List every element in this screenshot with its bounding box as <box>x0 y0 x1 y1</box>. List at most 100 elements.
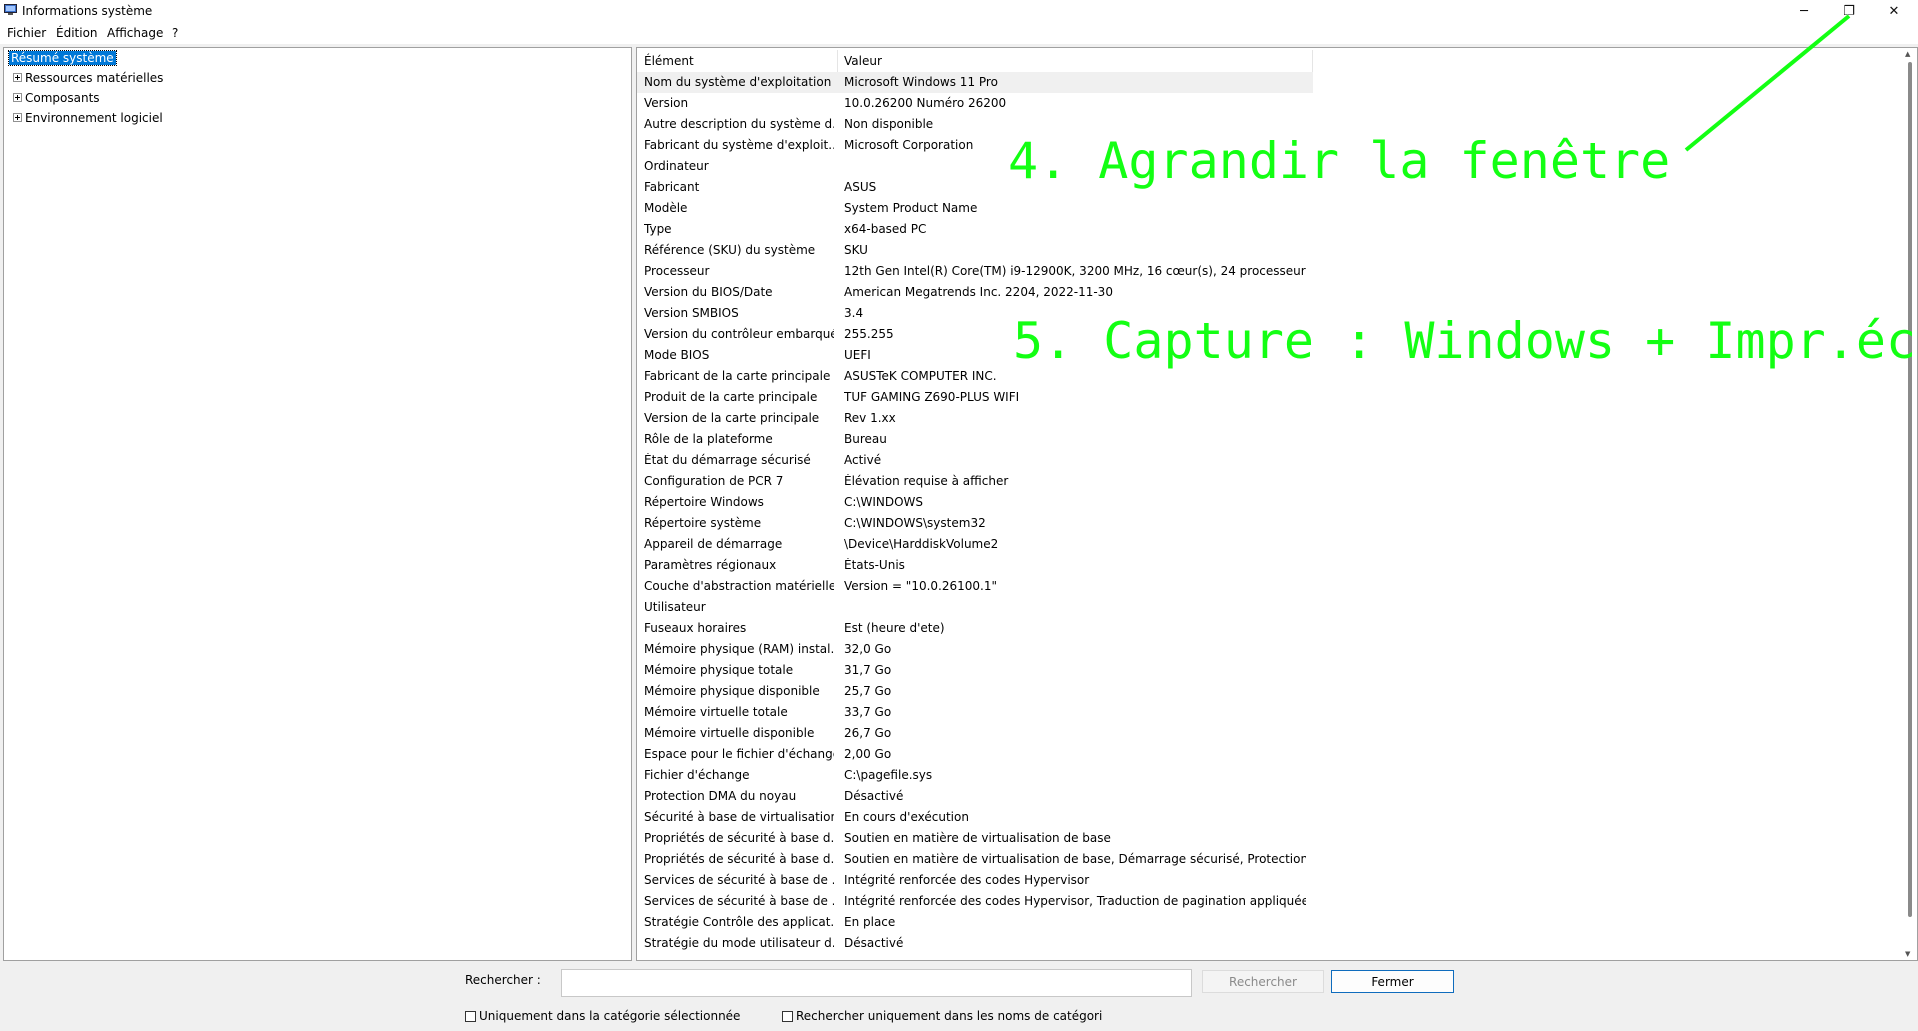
expand-icon[interactable] <box>13 93 22 102</box>
table-row[interactable]: Sécurité à base de virtualisation En cour… <box>637 807 1313 828</box>
row-item-name: État du démarrage sécurisé <box>644 453 811 467</box>
category-tree[interactable]: Résumé système Ressources matérielles Co… <box>3 47 632 961</box>
option-category-names-only[interactable]: Rechercher uniquement dans les noms de c… <box>782 1009 1102 1023</box>
row-item-value: Non disponible <box>844 117 934 131</box>
table-row[interactable]: Fichier d'échange C:\pagefile.sys <box>637 765 1313 786</box>
row-item-name: Espace pour le fichier d'échange <box>644 747 834 761</box>
expand-icon[interactable] <box>13 113 22 122</box>
maximize-button[interactable]: ❐ <box>1827 0 1871 22</box>
row-item-name: Propriétés de sécurité à base d... <box>644 852 834 866</box>
checkbox[interactable] <box>465 1010 476 1022</box>
scrollbar-thumb[interactable] <box>1908 62 1912 917</box>
tree-item-hardware-resources[interactable]: Ressources matérielles <box>13 71 163 87</box>
row-item-value: Soutien en matière de virtualisation de … <box>844 852 1306 866</box>
tree-item-components[interactable]: Composants <box>13 91 100 107</box>
row-item-name: Rôle de la plateforme <box>644 432 773 446</box>
tree-item-software-environment[interactable]: Environnement logiciel <box>13 111 163 127</box>
table-row[interactable]: Espace pour le fichier d'échange 2,00 Go <box>637 744 1313 765</box>
table-row[interactable]: État du démarrage sécurisé Activé <box>637 450 1313 471</box>
annotation-maximize: 4. Agrandir la fenêtre <box>1008 132 1671 190</box>
table-row[interactable]: Produit de la carte principale TUF GAMING… <box>637 387 1313 408</box>
row-item-name: Appareil de démarrage <box>644 537 783 551</box>
row-item-name: Propriétés de sécurité à base d... <box>644 831 834 845</box>
column-separator[interactable] <box>1312 50 1313 72</box>
menu-file[interactable]: Fichier <box>7 26 46 40</box>
expand-icon[interactable] <box>13 73 22 82</box>
table-row[interactable]: Processeur 12th Gen Intel(R) Core(TM) i9-… <box>637 261 1313 282</box>
table-row[interactable]: Couche d'abstraction matérielle Version =… <box>637 576 1313 597</box>
table-row[interactable]: Version de la carte principale Rev 1.xx <box>637 408 1313 429</box>
row-item-name: Ordinateur <box>644 159 709 173</box>
row-item-name: Services de sécurité à base de ... <box>644 894 834 908</box>
table-row[interactable]: Mémoire physique (RAM) instal... 32,0 Go <box>637 639 1313 660</box>
table-row[interactable]: Mémoire virtuelle totale 33,7 Go <box>637 702 1313 723</box>
row-item-value: TUF GAMING Z690-PLUS WIFI <box>844 390 1020 404</box>
checkbox-label: Rechercher uniquement dans les noms de c… <box>796 1009 1103 1023</box>
row-item-name: Version du BIOS/Date <box>644 285 773 299</box>
row-item-value: 25,7 Go <box>844 684 892 698</box>
minimize-button[interactable]: ─ <box>1782 0 1826 22</box>
row-item-name: Mémoire physique totale <box>644 663 794 677</box>
row-item-name: Protection DMA du noyau <box>644 789 797 803</box>
option-selected-category[interactable]: Uniquement dans la catégorie sélectionné… <box>465 1009 740 1023</box>
row-item-name: Couche d'abstraction matérielle <box>644 579 834 593</box>
table-row[interactable]: Rôle de la plateforme Bureau <box>637 429 1313 450</box>
table-row[interactable]: Protection DMA du noyau Désactivé <box>637 786 1313 807</box>
column-header-value[interactable]: Valeur <box>844 54 882 68</box>
table-row[interactable]: Mémoire physique disponible 25,7 Go <box>637 681 1313 702</box>
checkbox[interactable] <box>782 1010 793 1022</box>
table-row[interactable]: Services de sécurité à base de ... Intégr… <box>637 891 1313 912</box>
row-item-name: Mémoire physique (RAM) instal... <box>644 642 834 656</box>
row-item-value: En place <box>844 915 896 929</box>
row-item-value: 26,7 Go <box>844 726 892 740</box>
table-row[interactable]: Services de sécurité à base de ... Intégr… <box>637 870 1313 891</box>
column-separator[interactable] <box>837 50 838 72</box>
row-item-value: \Device\HarddiskVolume2 <box>844 537 999 551</box>
close-button[interactable]: ✕ <box>1872 0 1916 22</box>
table-row[interactable]: Répertoire système C:\WINDOWS\system32 <box>637 513 1313 534</box>
table-row[interactable]: Nom du système d'exploitation Microsoft W… <box>637 72 1313 93</box>
scroll-down-icon[interactable]: ▼ <box>1905 950 1910 958</box>
table-row[interactable]: Configuration de PCR 7 Élévation requise … <box>637 471 1313 492</box>
table-row[interactable]: Type x64-based PC <box>637 219 1313 240</box>
title-bar[interactable]: Informations système ─ ❐ ✕ <box>0 0 1918 22</box>
search-label: Rechercher : <box>465 973 541 987</box>
menu-help[interactable]: ? <box>172 26 178 40</box>
table-row[interactable]: Stratégie Contrôle des applicat... En pla… <box>637 912 1313 933</box>
close-dialog-button[interactable]: Fermer <box>1331 970 1454 993</box>
row-item-name: Modèle <box>644 201 688 215</box>
search-button[interactable]: Rechercher <box>1202 970 1324 993</box>
table-row[interactable]: Mémoire virtuelle disponible 26,7 Go <box>637 723 1313 744</box>
row-item-name: Processeur <box>644 264 710 278</box>
row-item-value: Version = "10.0.26100.1" <box>844 579 998 593</box>
table-row[interactable]: Répertoire Windows C:\WINDOWS <box>637 492 1313 513</box>
tree-item-system-summary[interactable]: Résumé système <box>8 50 117 67</box>
menu-view[interactable]: Affichage <box>107 26 163 40</box>
table-row[interactable]: Utilisateur <box>637 597 1313 618</box>
vertical-scrollbar[interactable]: ▲ ▼ <box>1903 48 1917 960</box>
row-item-name: Autre description du système d... <box>644 117 834 131</box>
menu-edit[interactable]: Édition <box>56 26 98 40</box>
row-item-name: Fuseaux horaires <box>644 621 747 635</box>
column-header-item[interactable]: Élément <box>644 54 694 68</box>
search-input[interactable] <box>561 969 1192 997</box>
window-title: Informations système <box>22 4 153 18</box>
row-item-value: 10.0.26200 Numéro 26200 <box>844 96 1007 110</box>
table-row[interactable]: Propriétés de sécurité à base d... Soutie… <box>637 828 1313 849</box>
row-item-value: 12th Gen Intel(R) Core(TM) i9-12900K, 32… <box>844 264 1306 278</box>
row-item-value: C:\WINDOWS <box>844 495 924 509</box>
table-row[interactable]: Paramètres régionaux États-Unis <box>637 555 1313 576</box>
table-row[interactable]: Appareil de démarrage \Device\HarddiskVol… <box>637 534 1313 555</box>
table-row[interactable]: Référence (SKU) du système SKU <box>637 240 1313 261</box>
row-item-value: ASUSTeK COMPUTER INC. <box>844 369 997 383</box>
table-row[interactable]: Propriétés de sécurité à base d... Soutie… <box>637 849 1313 870</box>
row-item-name: Configuration de PCR 7 <box>644 474 784 488</box>
table-row[interactable]: Stratégie du mode utilisateur d... Désact… <box>637 933 1313 954</box>
table-row[interactable]: Fuseaux horaires Est (heure d'ete) <box>637 618 1313 639</box>
table-row[interactable]: Version 10.0.26200 Numéro 26200 <box>637 93 1313 114</box>
table-row[interactable]: Version du BIOS/Date American Megatrends … <box>637 282 1313 303</box>
row-item-value: Est (heure d'ete) <box>844 621 945 635</box>
table-row[interactable]: Modèle System Product Name <box>637 198 1313 219</box>
scroll-up-icon[interactable]: ▲ <box>1905 50 1910 58</box>
table-row[interactable]: Mémoire physique totale 31,7 Go <box>637 660 1313 681</box>
